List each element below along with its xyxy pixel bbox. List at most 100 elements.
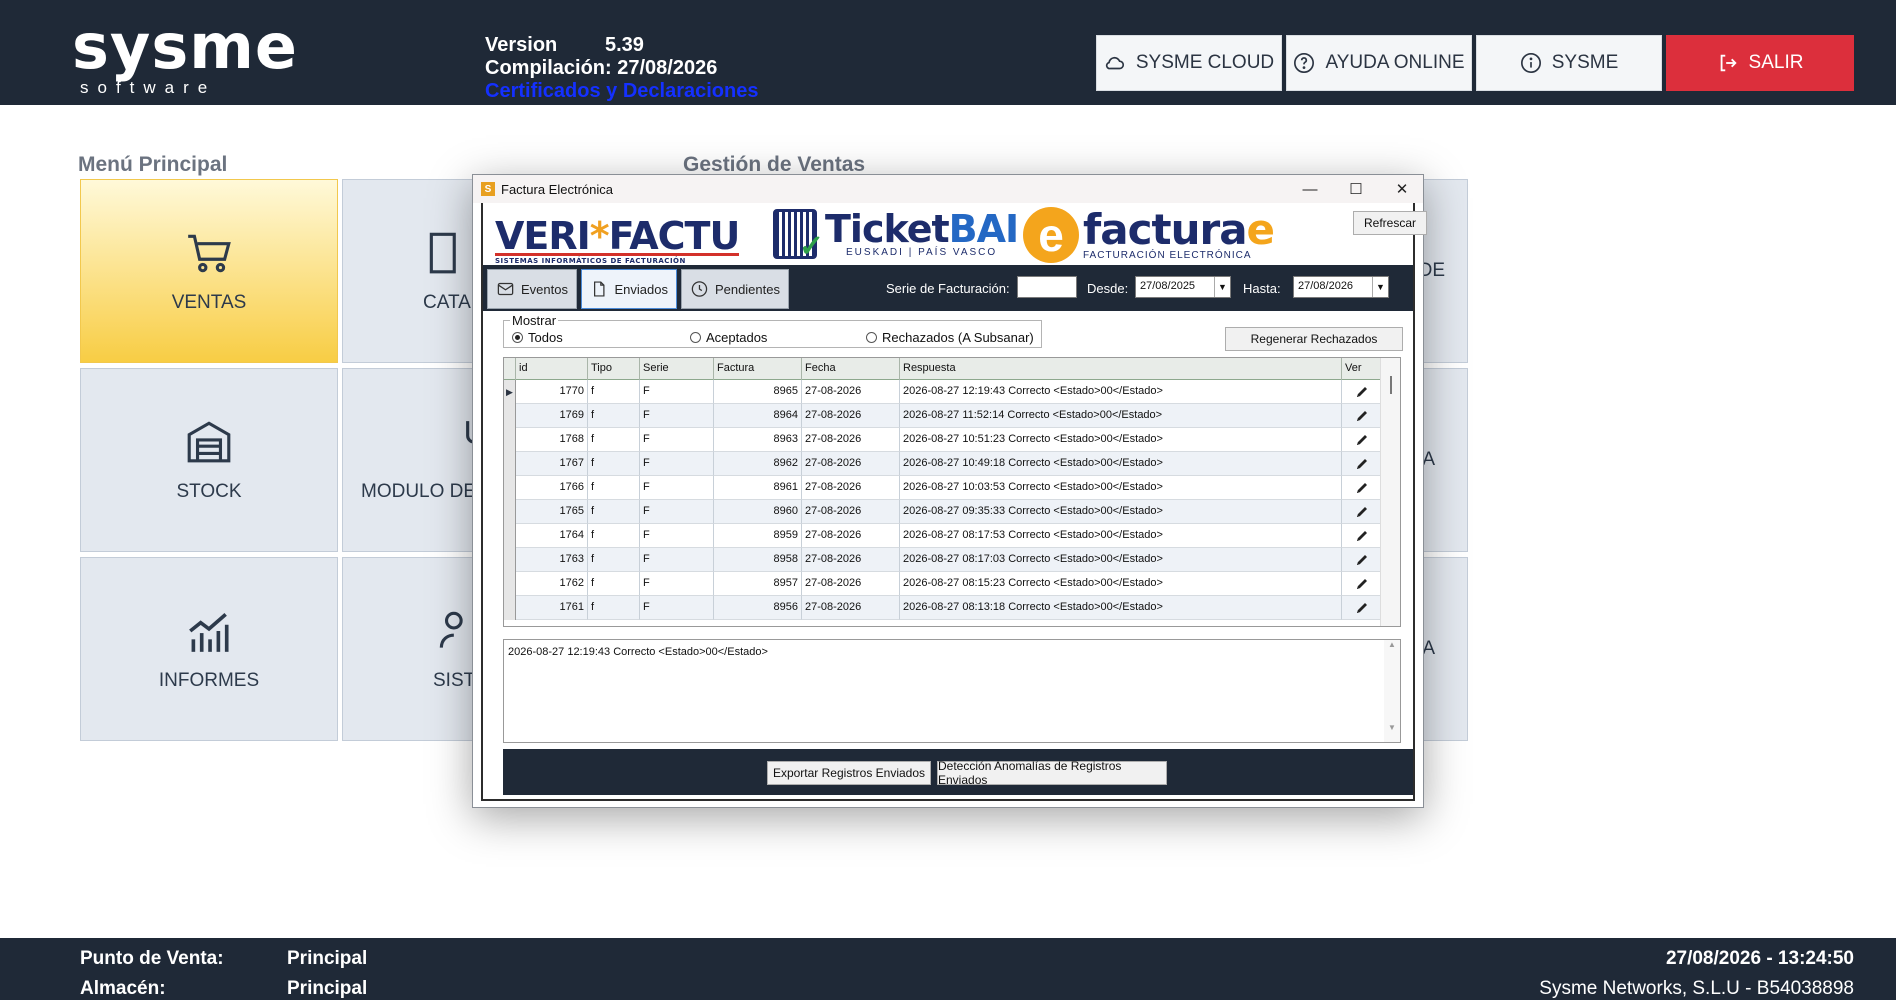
cell-fecha[interactable]: 27-08-2026	[802, 404, 900, 428]
table-row[interactable]: 1766 f F 8961 27-08-2026 2026-08-27 10:03:53 …	[504, 476, 1400, 500]
current-row-indicator-icon[interactable]: ▶	[504, 380, 516, 404]
cell-id[interactable]: 1770	[516, 380, 588, 404]
cell-respuesta[interactable]: 2026-08-27 12:19:43 Correcto <Estado>00<…	[900, 380, 1342, 404]
cell-serie[interactable]: F	[640, 548, 714, 572]
edit-pencil-icon[interactable]	[1354, 408, 1370, 424]
row-indicator[interactable]	[504, 524, 516, 548]
help-online-button[interactable]: AYUDA ONLINE	[1286, 35, 1472, 91]
cell-id[interactable]: 1761	[516, 596, 588, 620]
cell-fecha[interactable]: 27-08-2026	[802, 380, 900, 404]
cell-serie[interactable]: F	[640, 500, 714, 524]
radio-rechazados[interactable]: Rechazados (A Subsanar)	[866, 330, 1034, 345]
tab-eventos[interactable]: Eventos	[487, 269, 577, 309]
exit-button[interactable]: SALIR	[1666, 35, 1854, 91]
edit-pencil-icon[interactable]	[1354, 528, 1370, 544]
row-indicator[interactable]	[504, 572, 516, 596]
col-id[interactable]: id	[516, 358, 588, 380]
regenerate-rejected-button[interactable]: Regenerar Rechazados	[1225, 327, 1403, 351]
cell-tipo[interactable]: f	[588, 596, 640, 620]
table-row[interactable]: ▶ 1770 f F 8965 27-08-2026 2026-08-27 12:19:43…	[504, 380, 1400, 404]
cell-fecha[interactable]: 27-08-2026	[802, 428, 900, 452]
cell-respuesta[interactable]: 2026-08-27 10:03:53 Correcto <Estado>00<…	[900, 476, 1342, 500]
detail-scrollbar[interactable]: ▲ ▼	[1384, 640, 1400, 742]
detect-anomalies-button[interactable]: Detección Anomalías de Registros Enviado…	[937, 759, 1167, 787]
cell-respuesta[interactable]: 2026-08-27 10:51:23 Correcto <Estado>00<…	[900, 428, 1342, 452]
col-ver[interactable]: Ver	[1342, 358, 1382, 380]
cell-serie[interactable]: F	[640, 524, 714, 548]
row-indicator[interactable]	[504, 452, 516, 476]
col-factura[interactable]: Factura	[714, 358, 802, 380]
radio-todos-circle[interactable]	[512, 332, 523, 343]
cell-factura[interactable]: 8957	[714, 572, 802, 596]
row-indicator[interactable]	[504, 596, 516, 620]
cell-respuesta[interactable]: 2026-08-27 08:17:03 Correcto <Estado>00<…	[900, 548, 1342, 572]
cell-fecha[interactable]: 27-08-2026	[802, 548, 900, 572]
table-row[interactable]: 1768 f F 8963 27-08-2026 2026-08-27 10:51:23 …	[504, 428, 1400, 452]
cell-factura[interactable]: 8958	[714, 548, 802, 572]
export-sent-button[interactable]: Exportar Registros Enviados	[767, 761, 931, 785]
cell-serie[interactable]: F	[640, 428, 714, 452]
row-indicator[interactable]	[504, 500, 516, 524]
table-row[interactable]: 1761 f F 8956 27-08-2026 2026-08-27 08:13:18 …	[504, 596, 1400, 620]
cell-tipo[interactable]: f	[588, 572, 640, 596]
cell-fecha[interactable]: 27-08-2026	[802, 524, 900, 548]
grid-scrollbar[interactable]	[1380, 358, 1400, 626]
cell-id[interactable]: 1763	[516, 548, 588, 572]
cell-respuesta[interactable]: 2026-08-27 08:17:53 Correcto <Estado>00<…	[900, 524, 1342, 548]
cell-fecha[interactable]: 27-08-2026	[802, 452, 900, 476]
row-indicator[interactable]	[504, 476, 516, 500]
response-detail-box[interactable]: 2026-08-27 12:19:43 Correcto <Estado>00<…	[503, 639, 1401, 743]
cell-fecha[interactable]: 27-08-2026	[802, 596, 900, 620]
cell-serie[interactable]: F	[640, 476, 714, 500]
cell-factura[interactable]: 8961	[714, 476, 802, 500]
minimize-button[interactable]: —	[1287, 175, 1333, 203]
col-respuesta[interactable]: Respuesta	[900, 358, 1342, 380]
cell-id[interactable]: 1765	[516, 500, 588, 524]
cell-tipo[interactable]: f	[588, 524, 640, 548]
table-row[interactable]: 1765 f F 8960 27-08-2026 2026-08-27 09:35:33 …	[504, 500, 1400, 524]
cell-tipo[interactable]: f	[588, 452, 640, 476]
row-indicator[interactable]	[504, 404, 516, 428]
col-tipo[interactable]: Tipo	[588, 358, 640, 380]
tab-pendientes[interactable]: Pendientes	[681, 269, 789, 309]
edit-pencil-icon[interactable]	[1354, 576, 1370, 592]
desde-date-picker[interactable]: 27/08/2025 ▼	[1135, 276, 1231, 298]
tile-stock[interactable]: STOCK	[80, 368, 338, 552]
tab-enviados[interactable]: Enviados	[581, 269, 677, 309]
radio-rechazados-circle[interactable]	[866, 332, 877, 343]
cell-serie[interactable]: F	[640, 380, 714, 404]
serie-input[interactable]	[1017, 276, 1077, 298]
edit-pencil-icon[interactable]	[1354, 456, 1370, 472]
edit-pencil-icon[interactable]	[1354, 504, 1370, 520]
cell-tipo[interactable]: f	[588, 404, 640, 428]
tile-informes[interactable]: INFORMES	[80, 557, 338, 741]
cell-id[interactable]: 1767	[516, 452, 588, 476]
cell-factura[interactable]: 8956	[714, 596, 802, 620]
table-row[interactable]: 1762 f F 8957 27-08-2026 2026-08-27 08:15:23 …	[504, 572, 1400, 596]
cell-id[interactable]: 1766	[516, 476, 588, 500]
dialog-titlebar[interactable]: S Factura Electrónica	[473, 175, 1423, 203]
cell-serie[interactable]: F	[640, 452, 714, 476]
cell-tipo[interactable]: f	[588, 476, 640, 500]
maximize-button[interactable]: ☐	[1333, 175, 1379, 203]
table-row[interactable]: 1767 f F 8962 27-08-2026 2026-08-27 10:49:18 …	[504, 452, 1400, 476]
chevron-down-icon[interactable]: ▼	[1372, 277, 1388, 297]
row-indicator[interactable]	[504, 428, 516, 452]
grid-scroll-thumb[interactable]	[1390, 376, 1392, 394]
cell-respuesta[interactable]: 2026-08-27 08:15:23 Correcto <Estado>00<…	[900, 572, 1342, 596]
cell-factura[interactable]: 8963	[714, 428, 802, 452]
cell-fecha[interactable]: 27-08-2026	[802, 572, 900, 596]
tile-ventas[interactable]: VENTAS	[80, 179, 338, 363]
close-button[interactable]: ✕	[1379, 175, 1425, 203]
sysme-info-button[interactable]: SYSME	[1476, 35, 1662, 91]
cell-factura[interactable]: 8962	[714, 452, 802, 476]
cell-id[interactable]: 1762	[516, 572, 588, 596]
chevron-down-icon[interactable]: ▼	[1214, 277, 1230, 297]
certificates-link[interactable]: Certificados y Declaraciones	[485, 80, 758, 103]
cell-serie[interactable]: F	[640, 404, 714, 428]
col-fecha[interactable]: Fecha	[802, 358, 900, 380]
edit-pencil-icon[interactable]	[1354, 552, 1370, 568]
cell-tipo[interactable]: f	[588, 548, 640, 572]
edit-pencil-icon[interactable]	[1354, 480, 1370, 496]
radio-todos[interactable]: Todos	[512, 330, 563, 345]
